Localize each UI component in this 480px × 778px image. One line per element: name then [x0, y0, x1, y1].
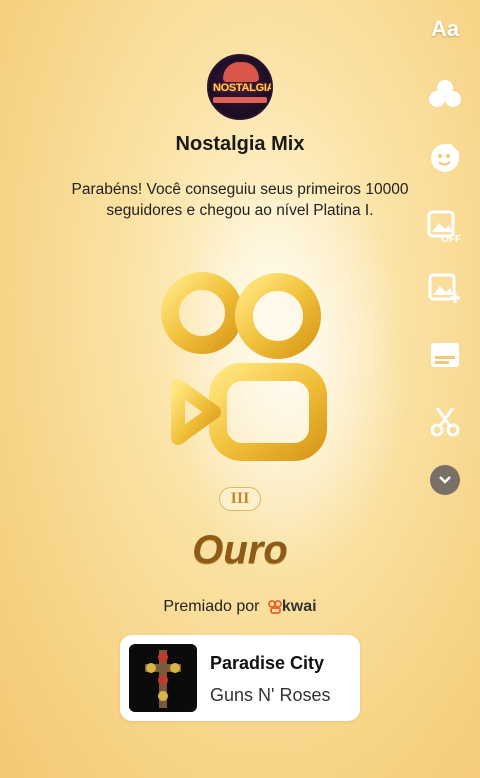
- tier-badge: III: [219, 487, 261, 511]
- effects-button[interactable]: [424, 73, 466, 115]
- channel-avatar[interactable]: NOSTALGIA: [207, 54, 273, 120]
- caption-icon: [431, 343, 459, 367]
- congrats-message: Parabéns! Você conseguiu seus primeiros …: [71, 181, 409, 219]
- effects-icon: [429, 80, 461, 107]
- text-tool-button[interactable]: Aa: [424, 8, 466, 50]
- more-tools-button[interactable]: [424, 459, 466, 501]
- sticker-icon: [431, 144, 459, 172]
- add-image-button[interactable]: [424, 267, 466, 309]
- channel-name: Nostalgia Mix: [175, 133, 305, 155]
- story-editor-screen: NOSTALGIA Nostalgia Mix Parabéns! Você c…: [0, 0, 480, 778]
- music-card[interactable]: Paradise City Guns N' Roses: [120, 635, 360, 721]
- sticker-button[interactable]: [424, 137, 466, 179]
- vinyl-graphic: [223, 62, 259, 82]
- avatar-logo-banner: [213, 97, 267, 103]
- cut-button[interactable]: [424, 400, 466, 442]
- svg-text:OFF: OFF: [441, 234, 461, 244]
- scissors-icon: [430, 407, 460, 437]
- image-off-button[interactable]: OFF: [424, 205, 466, 247]
- kwai-brand-text: kwai: [281, 598, 317, 615]
- awarded-label: Premiado por: [163, 598, 260, 615]
- right-toolbar: Aa OFF: [410, 0, 480, 778]
- chevron-down-icon: [430, 465, 460, 495]
- song-artist: Guns N' Roses: [210, 685, 331, 705]
- image-off-icon: OFF: [427, 210, 461, 244]
- kwai-logo-icon: [268, 599, 282, 614]
- level-name: Ouro: [192, 528, 288, 572]
- album-cover: [129, 644, 197, 712]
- cross-emblem-icon: [145, 650, 181, 708]
- add-image-icon: [428, 273, 460, 303]
- avatar-logo-text: NOSTALGIA: [213, 82, 273, 94]
- kwai-camera-icon: [161, 272, 327, 461]
- caption-button[interactable]: [424, 334, 466, 376]
- song-title: Paradise City: [210, 653, 325, 673]
- text-tool-label: Aa: [430, 16, 460, 41]
- awarded-by: Premiado por kwai: [0, 598, 480, 616]
